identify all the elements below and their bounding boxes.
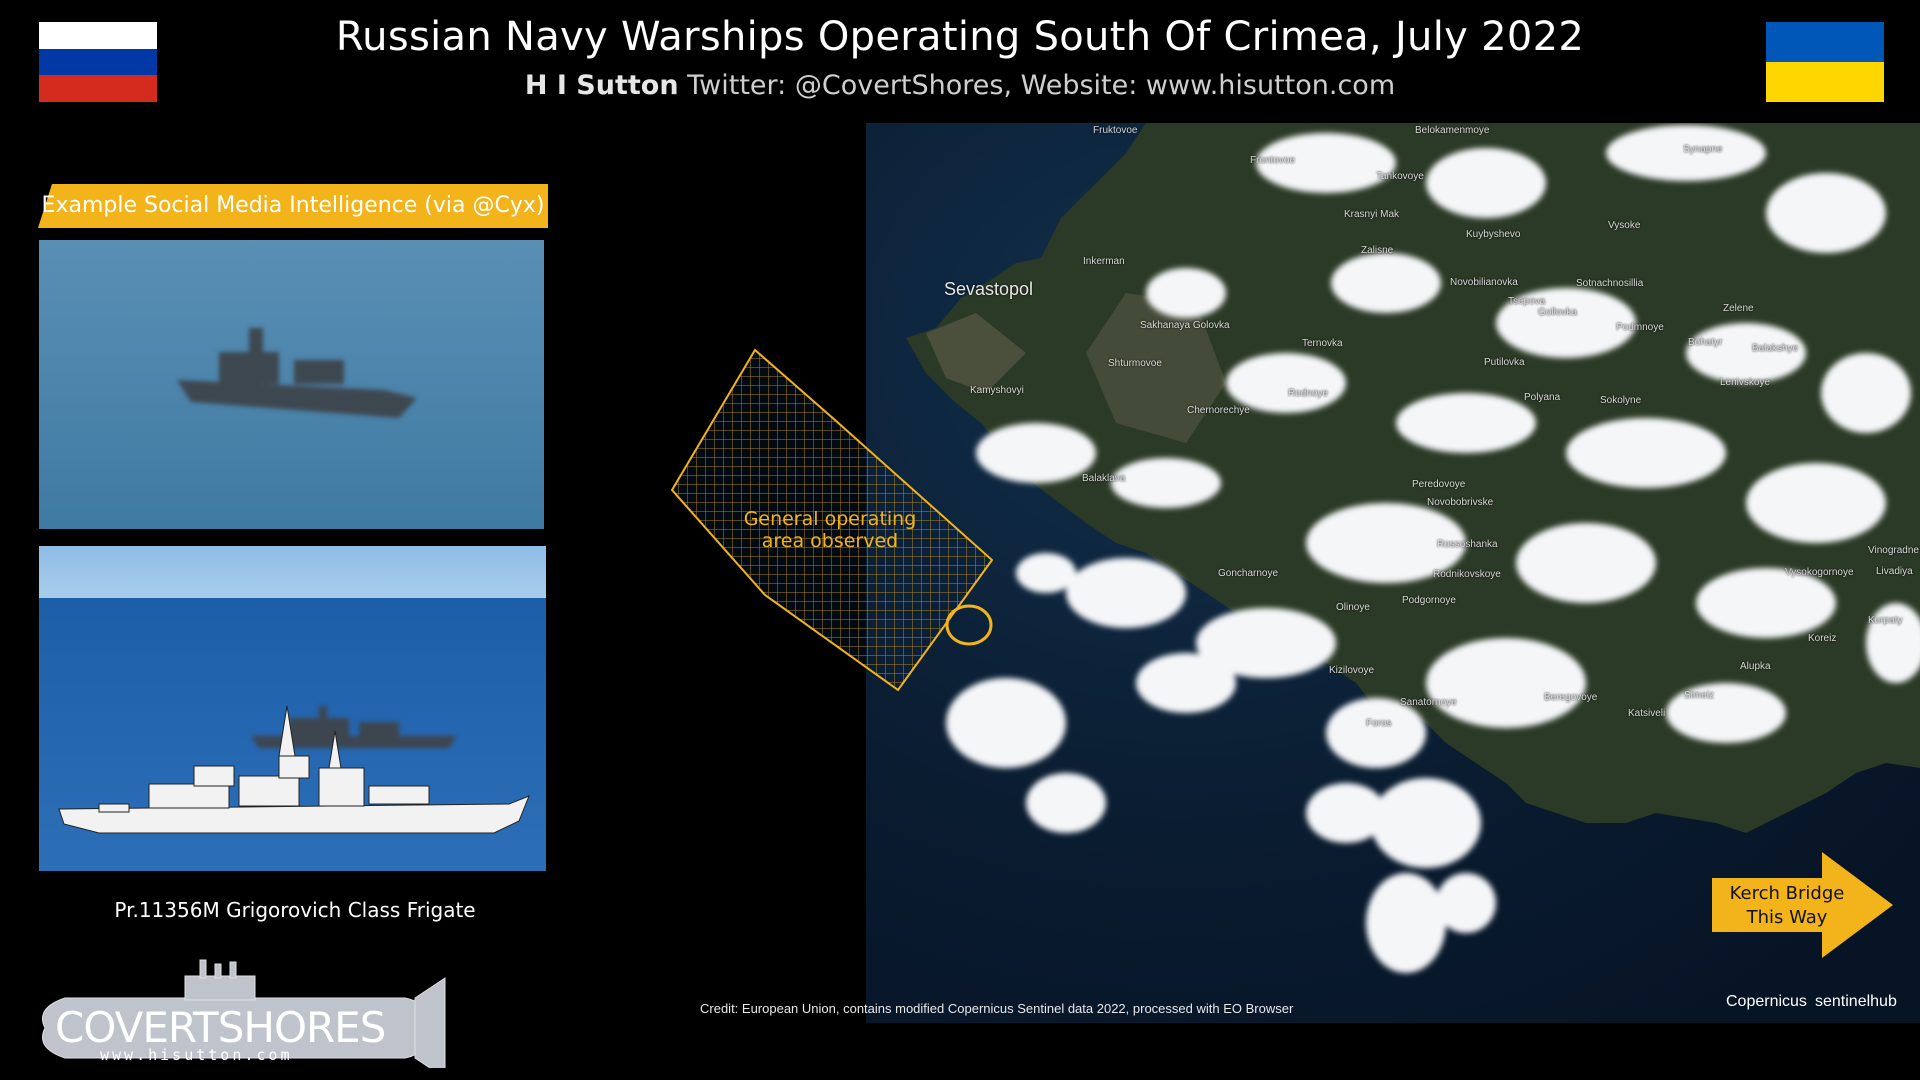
town-label: Chernorechye	[1187, 405, 1250, 416]
ship-photo-1	[39, 240, 544, 529]
town-label: Gollovka	[1538, 307, 1577, 318]
area-label-line1: General operating	[743, 508, 917, 530]
town-label: Kamyshovyi	[970, 385, 1024, 396]
town-label: Shturmovoe	[1108, 358, 1162, 369]
operating-area-label: General operating area observed	[725, 508, 935, 552]
town-label: Polyana	[1524, 392, 1561, 403]
town-label: Tsepova	[1508, 296, 1546, 307]
town-label: Sanatornoye	[1400, 697, 1457, 708]
town-label: Zelene	[1723, 303, 1754, 314]
social-media-banner: Example Social Media Intelligence (via @…	[41, 193, 545, 218]
image-credit: Credit: European Union, contains modifie…	[700, 1001, 1294, 1016]
town-label: Olinoye	[1336, 602, 1370, 613]
covertshores-url: www.hisutton.com	[100, 1046, 293, 1064]
town-label: Frontovoe	[1250, 155, 1296, 166]
town-label: Tankovoye	[1376, 171, 1424, 182]
town-label: Inkerman	[1083, 256, 1125, 267]
town-label: Krasnyi Mak	[1344, 209, 1400, 220]
ship-location-circle	[945, 604, 993, 646]
town-label: Livadiya	[1876, 566, 1913, 577]
town-label: Kuybyshevo	[1466, 229, 1521, 240]
covertshores-name: COVERTSHORES	[55, 1003, 386, 1052]
author-name: H I Sutton	[524, 70, 679, 101]
town-label: Balaklava	[1082, 473, 1126, 484]
town-label: Vinogradne	[1868, 545, 1919, 556]
copernicus-logo: Copernicus	[1726, 993, 1807, 1010]
town-label: Koreiz	[1808, 633, 1837, 644]
kerch-label-line1: Kerch Bridge	[1729, 883, 1845, 904]
town-label: Bohatyr	[1688, 337, 1723, 348]
town-label: Vysoke	[1608, 220, 1641, 231]
town-label: Goncharnoye	[1218, 568, 1279, 579]
town-label: Sokolyne	[1600, 395, 1642, 406]
town-label: Lenivskoye	[1720, 377, 1771, 388]
town-label: Rossoshanka	[1437, 539, 1498, 550]
town-label: Alupka	[1740, 661, 1771, 672]
town-label: Zalisne	[1361, 245, 1394, 256]
town-label: Kurpaty	[1868, 615, 1903, 626]
town-label: Rodnoye	[1288, 388, 1329, 399]
town-label: Ternovka	[1302, 338, 1343, 349]
town-label: Peredovoye	[1412, 479, 1466, 490]
town-label: Novobilianovka	[1450, 277, 1518, 288]
town-label: Sotnachnosillia	[1576, 278, 1644, 289]
ship-photo-2	[39, 546, 546, 871]
town-label: Sakhanaya Golovka	[1140, 320, 1230, 331]
town-label: Beregovoye	[1544, 692, 1598, 703]
town-label: Podgornoye	[1402, 595, 1456, 606]
town-label: Balakshye	[1752, 343, 1799, 354]
town-label: Vysokogornoye	[1785, 567, 1854, 578]
town-label: Rodnikovskoye	[1433, 569, 1501, 580]
town-label-sevastopol: Sevastopol	[944, 279, 1034, 299]
author-links: Twitter: @CovertShores, Website: www.his…	[687, 70, 1396, 101]
page-subtitle: H I Sutton Twitter: @CovertShores, Websi…	[0, 70, 1920, 101]
town-label: Katsiveli	[1628, 708, 1666, 719]
town-label: Kizilovoye	[1329, 665, 1375, 676]
ukraine-flag-icon	[1766, 22, 1884, 102]
page-title: Russian Navy Warships Operating South Of…	[335, 14, 1585, 60]
town-label: Novobobrivske	[1427, 497, 1494, 508]
russia-flag-icon	[39, 22, 157, 102]
town-label: Synapne	[1683, 144, 1723, 155]
town-label: Putilovka	[1484, 357, 1525, 368]
ship-caption: Pr.11356M Grigorovich Class Frigate	[114, 898, 476, 922]
town-label: Podmnoye	[1616, 322, 1664, 333]
kerch-label-line2: This Way	[1746, 907, 1828, 928]
area-label-line2: area observed	[761, 530, 899, 552]
town-label: Simeiz	[1684, 690, 1715, 701]
town-label: Belokamenmoye	[1415, 125, 1490, 136]
town-label: Foros	[1366, 718, 1392, 729]
kerch-bridge-label: Kerch Bridge This Way	[1712, 882, 1862, 930]
town-label: Fruktovoe	[1093, 125, 1138, 136]
sentinelhub-logo: sentinelhub	[1815, 993, 1897, 1010]
